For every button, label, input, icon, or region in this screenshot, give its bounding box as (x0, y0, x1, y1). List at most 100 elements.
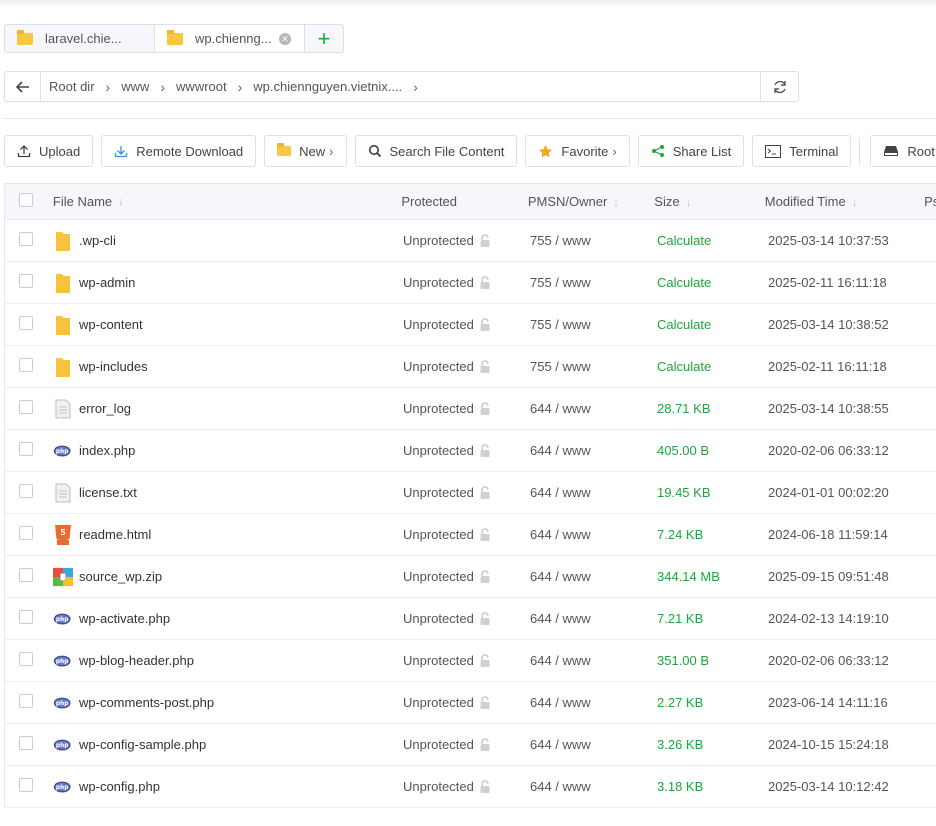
permission-owner[interactable]: 644 / www (530, 737, 591, 752)
permission-owner[interactable]: 755 / www (530, 359, 591, 374)
permission-owner[interactable]: 644 / www (530, 653, 591, 668)
permission-owner[interactable]: 644 / www (530, 611, 591, 626)
share-list-button[interactable]: Share List (637, 135, 745, 167)
file-name[interactable]: source_wp.zip (79, 569, 162, 584)
protection-status[interactable]: Unprotected (403, 317, 474, 332)
permission-owner[interactable]: 644 / www (530, 779, 591, 794)
upload-button[interactable]: Upload (4, 135, 94, 167)
col-file-name[interactable]: File Name ↓ (45, 194, 401, 209)
row-checkbox[interactable] (19, 736, 33, 750)
protection-status[interactable]: Unprotected (403, 779, 474, 794)
permission-owner[interactable]: 644 / www (530, 527, 591, 542)
permission-owner[interactable]: 755 / www (530, 275, 591, 290)
favorite-button[interactable]: Favorite › (525, 135, 630, 167)
protection-status[interactable]: Unprotected (403, 695, 474, 710)
search-file-content-button[interactable]: Search File Content (354, 135, 518, 167)
row-checkbox[interactable] (19, 232, 33, 246)
table-row[interactable]: php wp-activate.php Unprotected 644 / www 7.… (5, 598, 936, 640)
tab-laravel[interactable]: laravel.chie... (5, 25, 155, 52)
table-row[interactable]: error_log Unprotected 644 / www 28.71 KB 202… (5, 388, 936, 430)
search-label: Search File Content (389, 143, 505, 159)
calculate-size-link[interactable]: Calculate (657, 275, 711, 290)
col-size[interactable]: Size ↓ (654, 194, 765, 209)
breadcrumb-site[interactable]: wp.chiennguyen.vietnix.... (253, 79, 402, 94)
permission-owner[interactable]: 644 / www (530, 695, 591, 710)
table-row[interactable]: .wp-cli Unprotected 755 / www Calculate 2025… (5, 220, 936, 262)
col-modified-time[interactable]: Modified Time ↓ (765, 194, 924, 209)
file-name[interactable]: wp-comments-post.php (79, 695, 214, 710)
calculate-size-link[interactable]: Calculate (657, 359, 711, 374)
file-name[interactable]: wp-activate.php (79, 611, 170, 626)
file-name[interactable]: wp-config-sample.php (79, 737, 206, 752)
breadcrumb-root[interactable]: Root dir (49, 79, 95, 94)
permission-owner[interactable]: 644 / www (530, 443, 591, 458)
protection-status[interactable]: Unprotected (403, 485, 474, 500)
col-permission[interactable]: PMSN/Owner ↓ (528, 194, 654, 209)
row-checkbox[interactable] (19, 400, 33, 414)
file-name[interactable]: license.txt (79, 485, 137, 500)
protection-status[interactable]: Unprotected (403, 569, 474, 584)
table-row[interactable]: php wp-config.php Unprotected 644 / www 3.18… (5, 766, 936, 808)
row-checkbox[interactable] (19, 652, 33, 666)
table-row[interactable]: wp-includes Unprotected 755 / www Calculate… (5, 346, 936, 388)
file-name[interactable]: wp-config.php (79, 779, 160, 794)
permission-owner[interactable]: 644 / www (530, 485, 591, 500)
terminal-button[interactable]: Terminal (752, 135, 852, 167)
permission-owner[interactable]: 755 / www (530, 233, 591, 248)
permission-owner[interactable]: 755 / www (530, 317, 591, 332)
file-name[interactable]: error_log (79, 401, 131, 416)
lock-icon (478, 779, 492, 794)
table-row[interactable]: source_wp.zip Unprotected 644 / www 344.14 … (5, 556, 936, 598)
file-name[interactable]: wp-includes (79, 359, 148, 374)
refresh-button[interactable] (760, 72, 798, 101)
row-checkbox[interactable] (19, 274, 33, 288)
tab-wp[interactable]: wp.chienng... ✕ (155, 25, 305, 52)
table-row[interactable]: wp-content Unprotected 755 / www Calculate 2… (5, 304, 936, 346)
table-row[interactable]: license.txt Unprotected 644 / www 19.45 KB 2… (5, 472, 936, 514)
breadcrumb-www[interactable]: www (121, 79, 149, 94)
row-checkbox[interactable] (19, 694, 33, 708)
root-dir-button[interactable]: Root dir (870, 135, 936, 167)
row-checkbox[interactable] (19, 316, 33, 330)
file-name[interactable]: .wp-cli (79, 233, 116, 248)
remote-download-label: Remote Download (136, 143, 244, 159)
table-row[interactable]: wp-admin Unprotected 755 / www Calculate 202… (5, 262, 936, 304)
table-row[interactable]: php wp-blog-header.php Unprotected 644 / ww… (5, 640, 936, 682)
permission-owner[interactable]: 644 / www (530, 569, 591, 584)
remote-download-button[interactable]: Remote Download (101, 135, 257, 167)
calculate-size-link[interactable]: Calculate (657, 317, 711, 332)
file-name[interactable]: index.php (79, 443, 135, 458)
add-tab-button[interactable]: + (305, 25, 343, 52)
protection-status[interactable]: Unprotected (403, 359, 474, 374)
protection-status[interactable]: Unprotected (403, 527, 474, 542)
close-icon[interactable]: ✕ (279, 32, 291, 45)
protection-status[interactable]: Unprotected (403, 233, 474, 248)
back-button[interactable] (5, 72, 41, 101)
row-checkbox[interactable] (19, 358, 33, 372)
protection-status[interactable]: Unprotected (403, 275, 474, 290)
select-all-checkbox[interactable] (19, 193, 33, 207)
file-name[interactable]: wp-blog-header.php (79, 653, 194, 668)
file-name[interactable]: readme.html (79, 527, 151, 542)
table-row[interactable]: 5 readme.html Unprotected 644 / www 7.24 KB 2… (5, 514, 936, 556)
calculate-size-link[interactable]: Calculate (657, 233, 711, 248)
protection-status[interactable]: Unprotected (403, 443, 474, 458)
protection-status[interactable]: Unprotected (403, 653, 474, 668)
table-row[interactable]: php wp-comments-post.php Unprotected 644 / … (5, 682, 936, 724)
row-checkbox[interactable] (19, 442, 33, 456)
file-name[interactable]: wp-content (79, 317, 143, 332)
permission-owner[interactable]: 644 / www (530, 401, 591, 416)
protection-status[interactable]: Unprotected (403, 401, 474, 416)
row-checkbox[interactable] (19, 484, 33, 498)
breadcrumb-wwwroot[interactable]: wwwroot (176, 79, 227, 94)
protection-status[interactable]: Unprotected (403, 611, 474, 626)
table-row[interactable]: php index.php Unprotected 644 / www 405.00 B… (5, 430, 936, 472)
row-checkbox[interactable] (19, 526, 33, 540)
new-button[interactable]: New › (264, 135, 347, 167)
row-checkbox[interactable] (19, 568, 33, 582)
table-row[interactable]: php wp-config-sample.php Unprotected 644 / … (5, 724, 936, 766)
row-checkbox[interactable] (19, 778, 33, 792)
file-name[interactable]: wp-admin (79, 275, 135, 290)
row-checkbox[interactable] (19, 610, 33, 624)
protection-status[interactable]: Unprotected (403, 737, 474, 752)
